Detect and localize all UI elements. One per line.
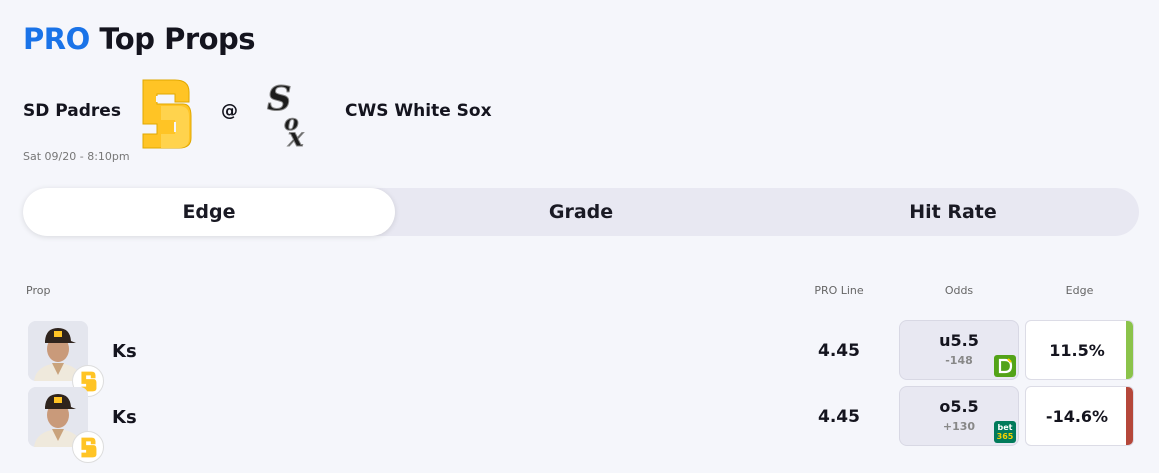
- game-datetime: Sat 09/20 - 8:10pm: [23, 150, 130, 163]
- edge-cell: -14.6%: [1025, 386, 1134, 446]
- padres-logo-icon: [142, 79, 192, 149]
- table-row[interactable]: Ks 4.45 o5.5 +130 bet 365 -14.6%: [0, 386, 1159, 463]
- pro-label: PRO: [23, 22, 90, 56]
- white-sox-logo-icon: S o x: [267, 79, 305, 149]
- draftkings-logo-icon: [994, 355, 1016, 377]
- odds-button[interactable]: u5.5 -148: [899, 320, 1019, 380]
- tab-hit-rate[interactable]: Hit Rate: [767, 188, 1139, 236]
- svg-text:x: x: [287, 123, 304, 148]
- bet365-logo-text-top: bet: [997, 423, 1013, 432]
- page-title: PRO Top Props: [23, 22, 256, 56]
- edge-value: 11.5%: [1049, 341, 1105, 360]
- pro-line-value: 4.45: [818, 407, 860, 427]
- edge-value: -14.6%: [1045, 407, 1109, 426]
- edge-indicator-bar: [1126, 387, 1133, 445]
- odds-line: u5.5: [939, 331, 979, 350]
- home-team-name: CWS White Sox: [345, 101, 492, 121]
- pro-line-value: 4.45: [818, 341, 860, 361]
- away-team-name: SD Padres: [23, 101, 121, 121]
- title-text: Top Props: [99, 22, 256, 56]
- padres-badge-icon: [72, 431, 104, 463]
- matchup-header: SD Padres @ S o x CWS White Sox: [23, 72, 623, 152]
- prop-name: Ks: [112, 341, 137, 362]
- table-row[interactable]: Ks 4.45 u5.5 -148 11.5%: [0, 320, 1159, 397]
- odds-line: o5.5: [939, 397, 979, 416]
- tab-edge[interactable]: Edge: [23, 188, 395, 236]
- at-separator: @: [221, 101, 238, 121]
- tab-grade[interactable]: Grade: [395, 188, 767, 236]
- edge-indicator-bar: [1126, 321, 1133, 379]
- column-header-prop: Prop: [26, 284, 51, 297]
- odds-button[interactable]: o5.5 +130 bet 365: [899, 386, 1019, 446]
- bet365-logo-icon: bet 365: [994, 421, 1016, 443]
- prop-name: Ks: [112, 407, 137, 428]
- bet365-logo-text-bottom: 365: [996, 432, 1014, 441]
- edge-cell: 11.5%: [1025, 320, 1134, 380]
- column-header-pro-line: PRO Line: [814, 284, 864, 297]
- column-header-odds: Odds: [944, 284, 974, 297]
- tab-bar: Edge Grade Hit Rate: [23, 188, 1139, 236]
- column-header-edge: Edge: [1065, 284, 1094, 297]
